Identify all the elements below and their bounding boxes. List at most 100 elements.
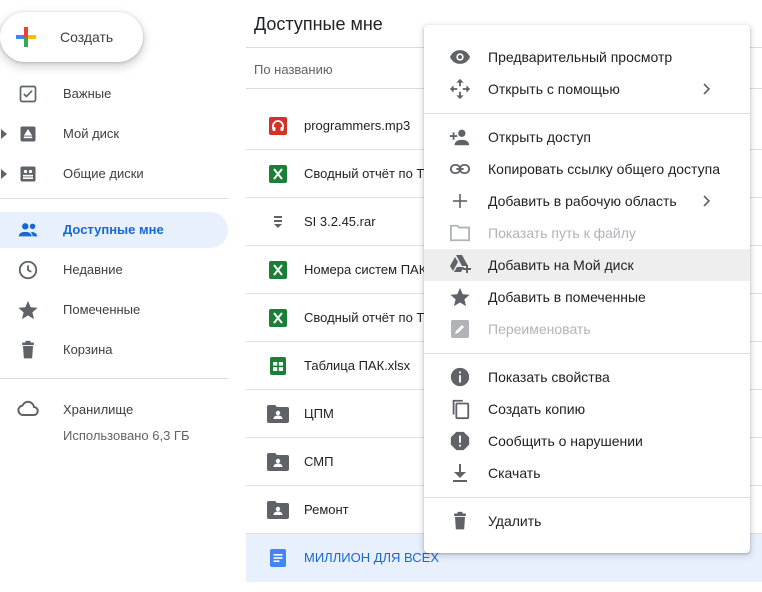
- sheets-icon: [266, 354, 290, 378]
- sidebar-item-shared-drives[interactable]: Общие диски: [0, 156, 228, 192]
- menu-item-download[interactable]: Скачать: [424, 457, 750, 489]
- spreadsheet-icon: [266, 162, 290, 186]
- menu-item-report-abuse[interactable]: Сообщить о нарушении: [424, 425, 750, 457]
- menu-item-make-copy[interactable]: Создать копию: [424, 393, 750, 425]
- move-icon: [448, 77, 472, 101]
- info-icon: [448, 365, 472, 389]
- file-name: Номера систем ПАК: [304, 262, 427, 277]
- sidebar-item-priority[interactable]: Важные: [0, 76, 228, 112]
- archive-icon: [266, 210, 290, 234]
- sidebar-item-label: Доступные мне: [63, 222, 164, 237]
- menu-item-share[interactable]: Открыть доступ: [424, 121, 750, 153]
- shared-folder-icon: [266, 450, 290, 474]
- shared-drives-icon: [16, 162, 40, 186]
- trash-icon: [448, 509, 472, 533]
- menu-item-label: Скачать: [488, 465, 541, 481]
- spreadsheet-icon: [266, 258, 290, 282]
- menu-divider: [424, 497, 750, 498]
- menu-item-add-to-my-drive[interactable]: Добавить на Мой диск: [424, 249, 750, 281]
- menu-item-label: Открыть с помощью: [488, 81, 620, 97]
- storage-label[interactable]: Хранилище: [63, 402, 133, 417]
- expand-arrow-icon[interactable]: [0, 116, 8, 152]
- file-name: Ремонт: [304, 502, 349, 517]
- link-icon: [448, 157, 472, 181]
- sort-by-name-header[interactable]: По названию: [254, 62, 333, 77]
- shared-folder-icon: [266, 402, 290, 426]
- edit-icon: [448, 317, 472, 341]
- audio-icon: [266, 114, 290, 138]
- sidebar-item-label: Помеченные: [63, 302, 141, 317]
- file-name: СМП: [304, 454, 334, 469]
- menu-item-label: Добавить в помеченные: [488, 289, 646, 305]
- context-menu: Предварительный просмотр Открыть с помощ…: [424, 25, 750, 553]
- people-icon: [16, 218, 40, 242]
- sidebar-item-shared-with-me[interactable]: Доступные мне: [0, 212, 228, 248]
- menu-divider: [424, 353, 750, 354]
- sidebar-item-label: Корзина: [63, 342, 113, 357]
- file-name: SI 3.2.45.rar: [304, 214, 376, 229]
- menu-item-label: Предварительный просмотр: [488, 49, 673, 65]
- menu-item-copy-link[interactable]: Копировать ссылку общего доступа: [424, 153, 750, 185]
- clock-icon: [16, 258, 40, 282]
- chevron-right-icon: [703, 83, 711, 95]
- file-name: Сводный отчёт по ТП: [304, 310, 434, 325]
- trash-icon: [16, 338, 40, 362]
- cloud-icon: [17, 400, 39, 416]
- menu-item-properties[interactable]: Показать свойства: [424, 361, 750, 393]
- report-icon: [448, 429, 472, 453]
- menu-divider: [424, 113, 750, 114]
- sidebar-item-recent[interactable]: Недавние: [0, 252, 228, 288]
- sidebar-item-label: Важные: [63, 86, 112, 101]
- copy-icon: [448, 397, 472, 421]
- sidebar-item-label: Мой диск: [63, 126, 120, 141]
- menu-item-label: Создать копию: [488, 401, 586, 417]
- menu-item-delete[interactable]: Удалить: [424, 505, 750, 537]
- my-drive-icon: [16, 122, 40, 146]
- plus-icon: [448, 189, 472, 213]
- menu-item-label: Показать путь к файлу: [488, 225, 636, 241]
- spreadsheet-icon: [266, 306, 290, 330]
- sidebar-item-label: Недавние: [63, 262, 123, 277]
- sidebar-item-starred[interactable]: Помеченные: [0, 292, 228, 328]
- create-button[interactable]: Создать: [0, 12, 143, 62]
- folder-icon: [448, 221, 472, 245]
- file-name: Сводный отчёт по ТП: [304, 166, 434, 181]
- menu-item-open-with[interactable]: Открыть с помощью: [424, 73, 750, 105]
- sidebar-item-my-drive[interactable]: Мой диск: [0, 116, 228, 152]
- create-button-label: Создать: [60, 29, 114, 45]
- file-name: ЦПМ: [304, 406, 334, 421]
- eye-icon: [448, 45, 472, 69]
- menu-item-preview[interactable]: Предварительный просмотр: [424, 41, 750, 73]
- star-icon: [16, 298, 40, 322]
- menu-item-label: Показать свойства: [488, 369, 610, 385]
- menu-item-label: Переименовать: [488, 321, 591, 337]
- chevron-right-icon: [703, 195, 711, 207]
- file-name: programmers.mp3: [304, 118, 411, 133]
- storage-used-text: Использовано 6,3 ГБ: [63, 428, 190, 443]
- checkbox-icon: [16, 82, 40, 106]
- menu-item-add-to-starred[interactable]: Добавить в помеченные: [424, 281, 750, 313]
- menu-item-label: Копировать ссылку общего доступа: [488, 161, 720, 177]
- sidebar: Создать Важные Мой диск Общие диски Дост…: [0, 0, 240, 592]
- page-title: Доступные мне: [254, 14, 383, 34]
- sidebar-divider: [0, 198, 228, 199]
- sidebar-item-label: Общие диски: [63, 166, 144, 181]
- expand-arrow-icon[interactable]: [0, 156, 8, 192]
- sidebar-item-trash[interactable]: Корзина: [0, 332, 228, 368]
- file-name: МИЛЛИОН ДЛЯ ВСЕХ: [304, 550, 439, 565]
- menu-item-label: Добавить на Мой диск: [488, 257, 634, 273]
- menu-item-show-file-location: Показать путь к файлу: [424, 217, 750, 249]
- sidebar-divider: [0, 378, 228, 379]
- menu-item-add-to-workspace[interactable]: Добавить в рабочую область: [424, 185, 750, 217]
- menu-item-rename: Переименовать: [424, 313, 750, 345]
- menu-item-label: Открыть доступ: [488, 129, 591, 145]
- file-name: Таблица ПАК.xlsx: [304, 358, 411, 373]
- person-add-icon: [448, 125, 472, 149]
- menu-item-label: Удалить: [488, 513, 542, 529]
- plus-colored-icon: [16, 27, 36, 47]
- shared-folder-icon: [266, 498, 290, 522]
- docs-icon: [266, 546, 290, 570]
- download-icon: [448, 461, 472, 485]
- menu-item-label: Сообщить о нарушении: [488, 433, 643, 449]
- menu-item-label: Добавить в рабочую область: [488, 193, 677, 209]
